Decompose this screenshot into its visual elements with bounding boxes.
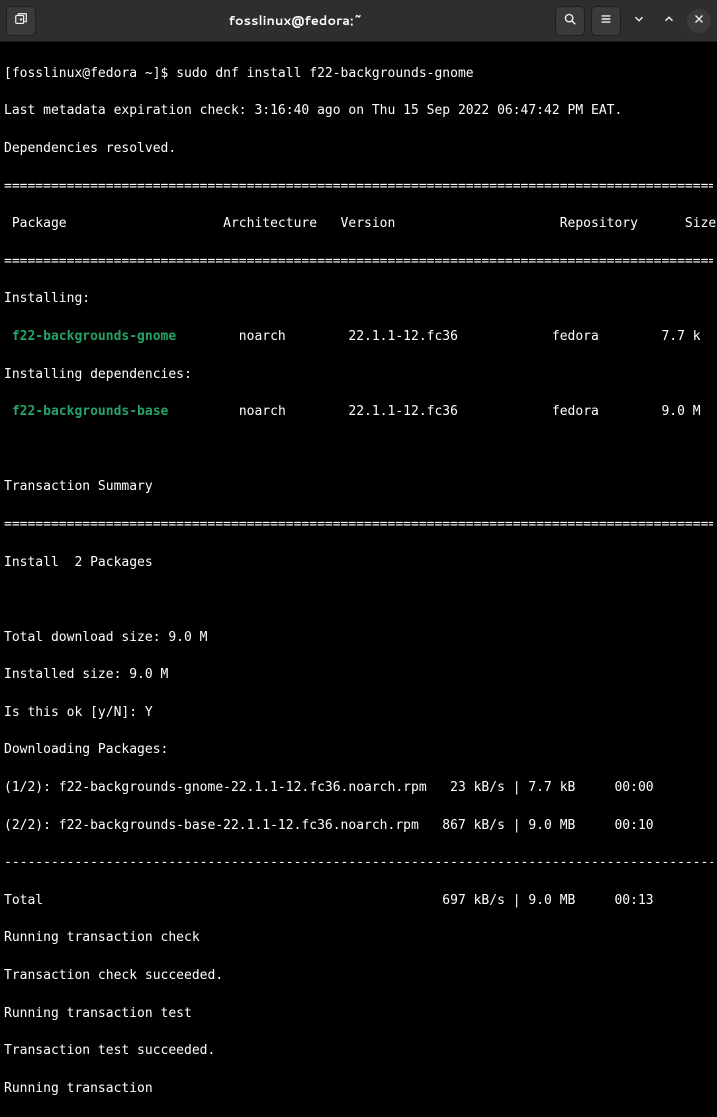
download-row: (1/2): f22-backgrounds-gnome-22.1.1-12.f… <box>4 779 713 798</box>
confirm-prompt: Is this ok [y/N]: Y <box>4 704 713 723</box>
metadata-line: Last metadata expiration check: 3:16:40 … <box>4 102 713 121</box>
installed-size: Installed size: 9.0 M <box>4 666 713 685</box>
installing-heading: Installing: <box>4 290 713 309</box>
chevron-up-icon <box>662 12 676 30</box>
minimize-button[interactable] <box>627 9 651 33</box>
search-icon <box>563 12 577 30</box>
tx-running: Running transaction <box>4 1080 713 1099</box>
install-count: Install 2 Packages <box>4 554 713 573</box>
window-title: fosslinux@fedora:~ <box>36 12 555 30</box>
close-icon <box>692 12 706 30</box>
rule-double: ========================================… <box>4 253 713 272</box>
download-size: Total download size: 9.0 M <box>4 629 713 648</box>
maximize-button[interactable] <box>657 9 681 33</box>
table-header: Package Architecture Version Repository … <box>4 215 713 234</box>
titlebar: fosslinux@fedora:~ <box>0 0 717 42</box>
rule-double: ========================================… <box>4 178 713 197</box>
installing-deps-heading: Installing dependencies: <box>4 366 713 385</box>
blank-line <box>4 591 713 610</box>
package-name: f22-backgrounds-base <box>4 404 168 419</box>
download-row: (2/2): f22-backgrounds-base-22.1.1-12.fc… <box>4 817 713 836</box>
chevron-down-icon <box>632 12 646 30</box>
hamburger-icon <box>599 12 613 30</box>
prompt-line: [fosslinux@fedora ~]$ sudo dnf install f… <box>4 65 713 84</box>
package-details: noarch 22.1.1-12.fc36 fedora 7.7 k <box>176 329 700 344</box>
rule-double: ========================================… <box>4 516 713 535</box>
prompt-prefix: [fosslinux@fedora ~]$ <box>4 66 176 81</box>
package-name: f22-backgrounds-gnome <box>4 329 176 344</box>
search-button[interactable] <box>555 6 585 36</box>
command-text: sudo dnf install f22-backgrounds-gnome <box>176 66 473 81</box>
new-tab-button[interactable] <box>6 6 36 36</box>
tx-check-ok: Transaction check succeeded. <box>4 967 713 986</box>
summary-heading: Transaction Summary <box>4 478 713 497</box>
menu-button[interactable] <box>591 6 621 36</box>
downloading-heading: Downloading Packages: <box>4 741 713 760</box>
tx-check: Running transaction check <box>4 929 713 948</box>
tx-test-ok: Transaction test succeeded. <box>4 1042 713 1061</box>
package-details: noarch 22.1.1-12.fc36 fedora 9.0 M <box>168 404 700 419</box>
close-button[interactable] <box>687 9 711 33</box>
deps-resolved-line: Dependencies resolved. <box>4 140 713 159</box>
new-tab-icon <box>14 12 28 30</box>
package-row: f22-backgrounds-base noarch 22.1.1-12.fc… <box>4 403 713 422</box>
download-total: Total 697 kB/s | 9.0 MB 00:13 <box>4 892 713 911</box>
tx-test: Running transaction test <box>4 1005 713 1024</box>
blank-line <box>4 441 713 460</box>
rule-single: ----------------------------------------… <box>4 854 713 873</box>
package-row: f22-backgrounds-gnome noarch 22.1.1-12.f… <box>4 328 713 347</box>
